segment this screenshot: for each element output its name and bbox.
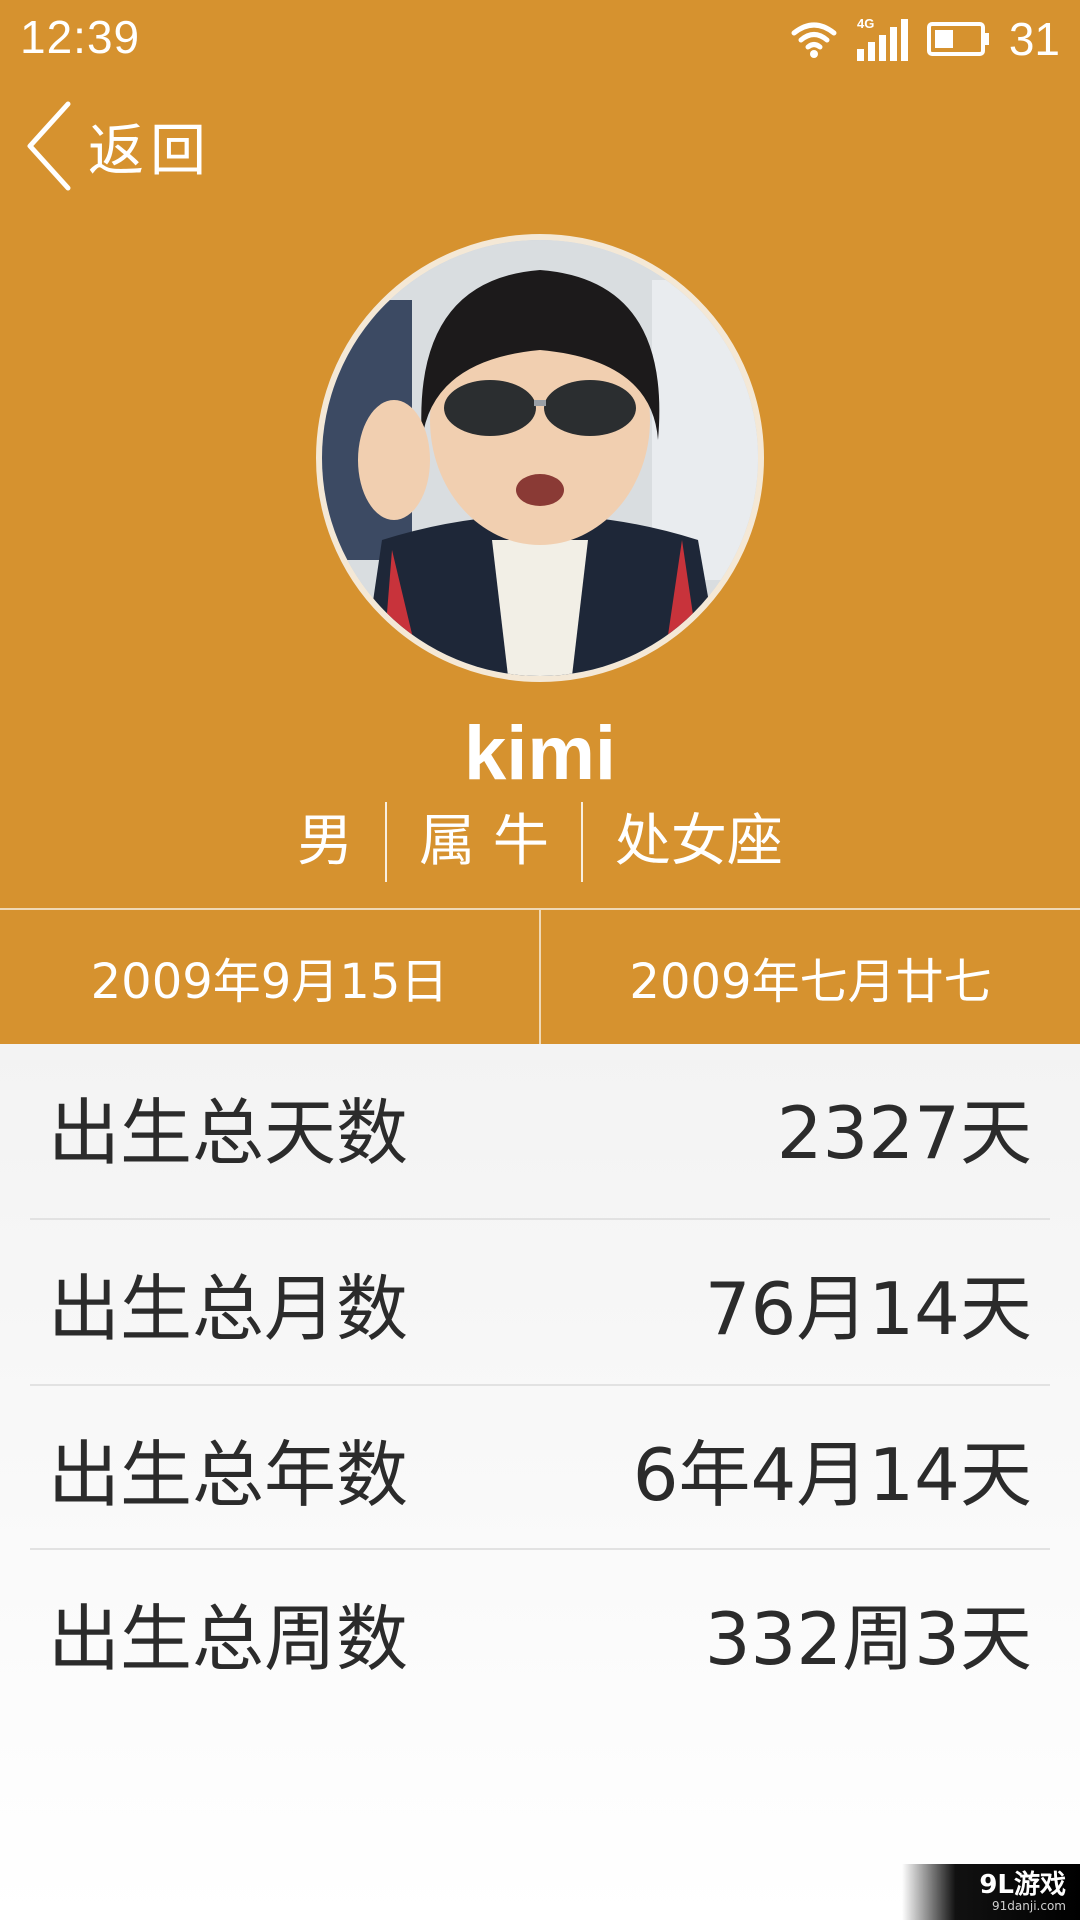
profile-tags: 男 属 牛 处女座 bbox=[0, 800, 1080, 884]
tag-divider bbox=[580, 802, 583, 882]
stat-label: 出生总周数 bbox=[48, 1596, 409, 1681]
network-type-label: 4G bbox=[857, 16, 874, 31]
status-bar: 12:39 4G 31 bbox=[0, 0, 1080, 78]
list-item: 出生总月数 76月14天 bbox=[30, 1220, 1050, 1384]
stat-value: 332周3天 bbox=[704, 1596, 1032, 1681]
stat-value: 6年4月14天 bbox=[632, 1432, 1032, 1517]
status-icons: 4G 31 bbox=[791, 10, 1060, 68]
gender-tag: 男 bbox=[297, 809, 354, 874]
age-stats-list: 出生总天数 2327天 出生总月数 76月14天 出生总年数 6年4月14天 出… bbox=[0, 1044, 1080, 1920]
list-item: 出生总天数 2327天 bbox=[30, 1044, 1050, 1208]
status-time: 12:39 bbox=[20, 11, 141, 63]
battery-icon bbox=[926, 21, 991, 57]
battery-level: 31 bbox=[1008, 13, 1060, 65]
wifi-icon bbox=[791, 19, 837, 59]
list-item: 出生总年数 6年4月14天 bbox=[30, 1386, 1050, 1550]
tag-divider bbox=[385, 802, 388, 882]
zodiac-tag: 属 牛 bbox=[419, 809, 549, 874]
stat-value: 2327天 bbox=[776, 1090, 1032, 1175]
lunar-birth-date: 2009年七月廿七 bbox=[629, 954, 992, 1010]
list-item: 出生总周数 332周3天 bbox=[30, 1550, 1050, 1714]
watermark-url: 91danji.com bbox=[992, 1899, 1066, 1913]
back-label: 返回 bbox=[88, 118, 212, 184]
stat-label: 出生总月数 bbox=[48, 1266, 409, 1351]
cellular-signal-icon: 4G bbox=[855, 15, 909, 63]
solar-birth-date: 2009年9月15日 bbox=[90, 954, 449, 1010]
watermark-text: 9L游戏 bbox=[979, 1870, 1066, 1900]
watermark-logo: 9L游戏 91danji.com bbox=[902, 1864, 1080, 1920]
back-button[interactable]: 返回 bbox=[24, 100, 212, 192]
stat-value: 76月14天 bbox=[704, 1266, 1032, 1351]
chevron-left-icon bbox=[24, 100, 74, 192]
birth-dates: 2009年9月15日 2009年七月廿七 bbox=[0, 910, 1080, 1044]
constellation-tag: 处女座 bbox=[614, 809, 783, 874]
avatar[interactable] bbox=[316, 234, 764, 682]
stat-label: 出生总天数 bbox=[48, 1090, 409, 1175]
profile-name: kimi bbox=[463, 711, 617, 796]
stat-label: 出生总年数 bbox=[48, 1432, 409, 1517]
